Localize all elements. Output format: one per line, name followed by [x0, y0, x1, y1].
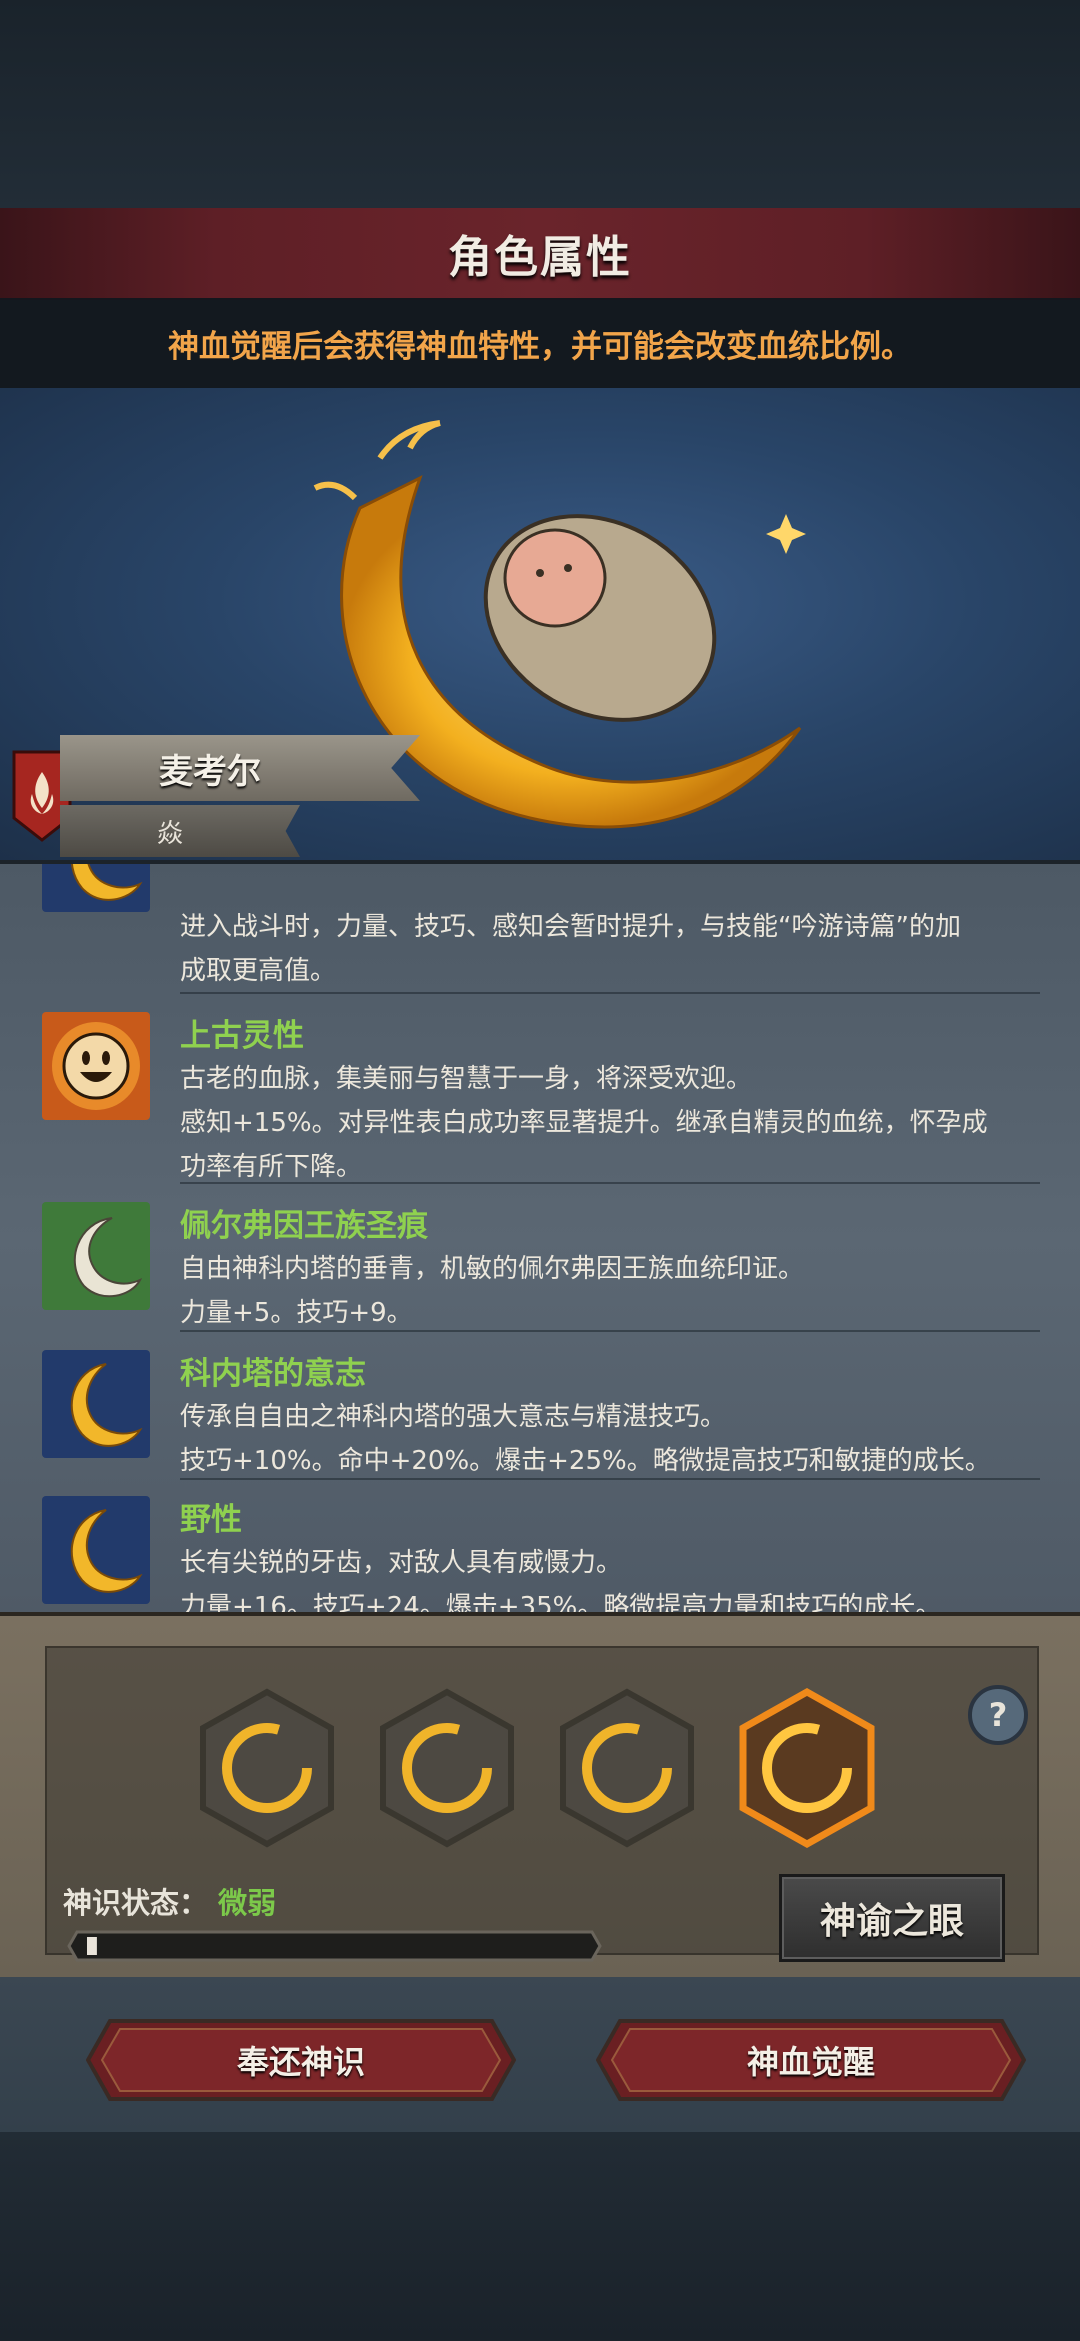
- action-bar: 奉还神识 神血觉醒: [0, 1977, 1080, 2132]
- trait-desc-line: 自由神科内塔的垂青，机敏的佩尔弗因王族血统印证。: [180, 1254, 805, 1284]
- oracle-eye-label: 神谕之眼: [819, 1901, 964, 1942]
- return-sense-label: 奉还神识: [236, 2043, 365, 2081]
- blood-awaken-label: 神血觉醒: [746, 2043, 875, 2081]
- crescent-slot-icon[interactable]: [197, 1688, 337, 1848]
- golden-crescent-icon: [42, 864, 150, 912]
- status-label: 神识状态：: [63, 1886, 209, 1920]
- top-background: [0, 0, 1080, 208]
- trait-desc-line: 长有尖锐的牙齿，对敌人具有威慑力。: [180, 1548, 623, 1578]
- notice-text: 神血觉醒后会获得神血特性，并可能会改变血统比例。: [168, 328, 912, 365]
- trait-desc-line: 力量+5。技巧+9。: [180, 1298, 413, 1328]
- trait-name: 佩尔弗因王族圣痕: [180, 1208, 428, 1244]
- trait-name: 上古灵性: [180, 1018, 304, 1054]
- blood-awaken-button[interactable]: 神血觉醒: [596, 2019, 1026, 2101]
- trait-list[interactable]: 进入战斗时，力量、技巧、感知会暂时提升，与技能“吟游诗篇”的加 成取更高值。 上…: [0, 860, 1080, 1616]
- character-name: 麦考尔: [159, 751, 261, 792]
- trait-desc-line: 古老的血脉，集美丽与智慧于一身，将深受欢迎。: [180, 1064, 753, 1094]
- trait-desc-line: 成取更高值。: [180, 956, 337, 986]
- return-sense-button[interactable]: 奉还神识: [86, 2019, 516, 2101]
- divine-sense-status: 神识状态： 微弱: [63, 1880, 276, 1922]
- character-subtitle-plate: 焱: [60, 805, 300, 857]
- title-bar: 角色属性: [0, 208, 1080, 300]
- divine-sense-progress-bar: [67, 1930, 602, 1962]
- divider: [180, 992, 1040, 994]
- oracle-eye-button[interactable]: 神谕之眼: [779, 1874, 1005, 1962]
- trait-desc-line: 传承自自由之神科内塔的强大意志与精湛技巧。: [180, 1402, 727, 1432]
- awakening-slot-area: ? 神识状态： 微弱 神谕之眼: [45, 1646, 1039, 1962]
- character-subtitle: 焱: [156, 818, 183, 849]
- golden-crescent-icon: [42, 1496, 150, 1604]
- character-name-plate: 麦考尔: [60, 735, 420, 801]
- white-crescent-green-icon: [42, 1202, 150, 1310]
- question-mark-icon[interactable]: ?: [967, 1684, 1029, 1746]
- svg-text:?: ?: [989, 1696, 1008, 1734]
- divider: [180, 1330, 1040, 1332]
- trait-desc-line: 感知+15%。对异性表白成功率显著提升。继承自精灵的血统，怀孕成: [180, 1108, 988, 1138]
- status-value: 微弱: [218, 1886, 277, 1920]
- trait-name: 科内塔的意志: [180, 1356, 366, 1392]
- notice-bar: 神血觉醒后会获得神血特性，并可能会改变血统比例。: [0, 298, 1080, 388]
- smiling-sun-face-icon: [42, 1012, 150, 1120]
- trait-desc-line: 技巧+10%。命中+20%。爆击+25%。略微提高技巧和敏捷的成长。: [180, 1446, 991, 1476]
- awakening-panel: ? 神识状态： 微弱 神谕之眼: [0, 1612, 1080, 1981]
- divider: [180, 1182, 1040, 1184]
- crescent-slot-selected-icon[interactable]: [737, 1688, 877, 1848]
- bottom-background: [0, 2132, 1080, 2341]
- page-title: 角色属性: [448, 232, 632, 283]
- golden-crescent-icon: [42, 1350, 150, 1458]
- divider: [180, 1478, 1040, 1480]
- crescent-slot-icon[interactable]: [377, 1688, 517, 1848]
- trait-desc-line: 进入战斗时，力量、技巧、感知会暂时提升，与技能“吟游诗篇”的加: [180, 912, 961, 942]
- crescent-slot-icon[interactable]: [557, 1688, 697, 1848]
- trait-name: 野性: [180, 1502, 242, 1538]
- trait-desc-line: 功率有所下降。: [180, 1152, 363, 1182]
